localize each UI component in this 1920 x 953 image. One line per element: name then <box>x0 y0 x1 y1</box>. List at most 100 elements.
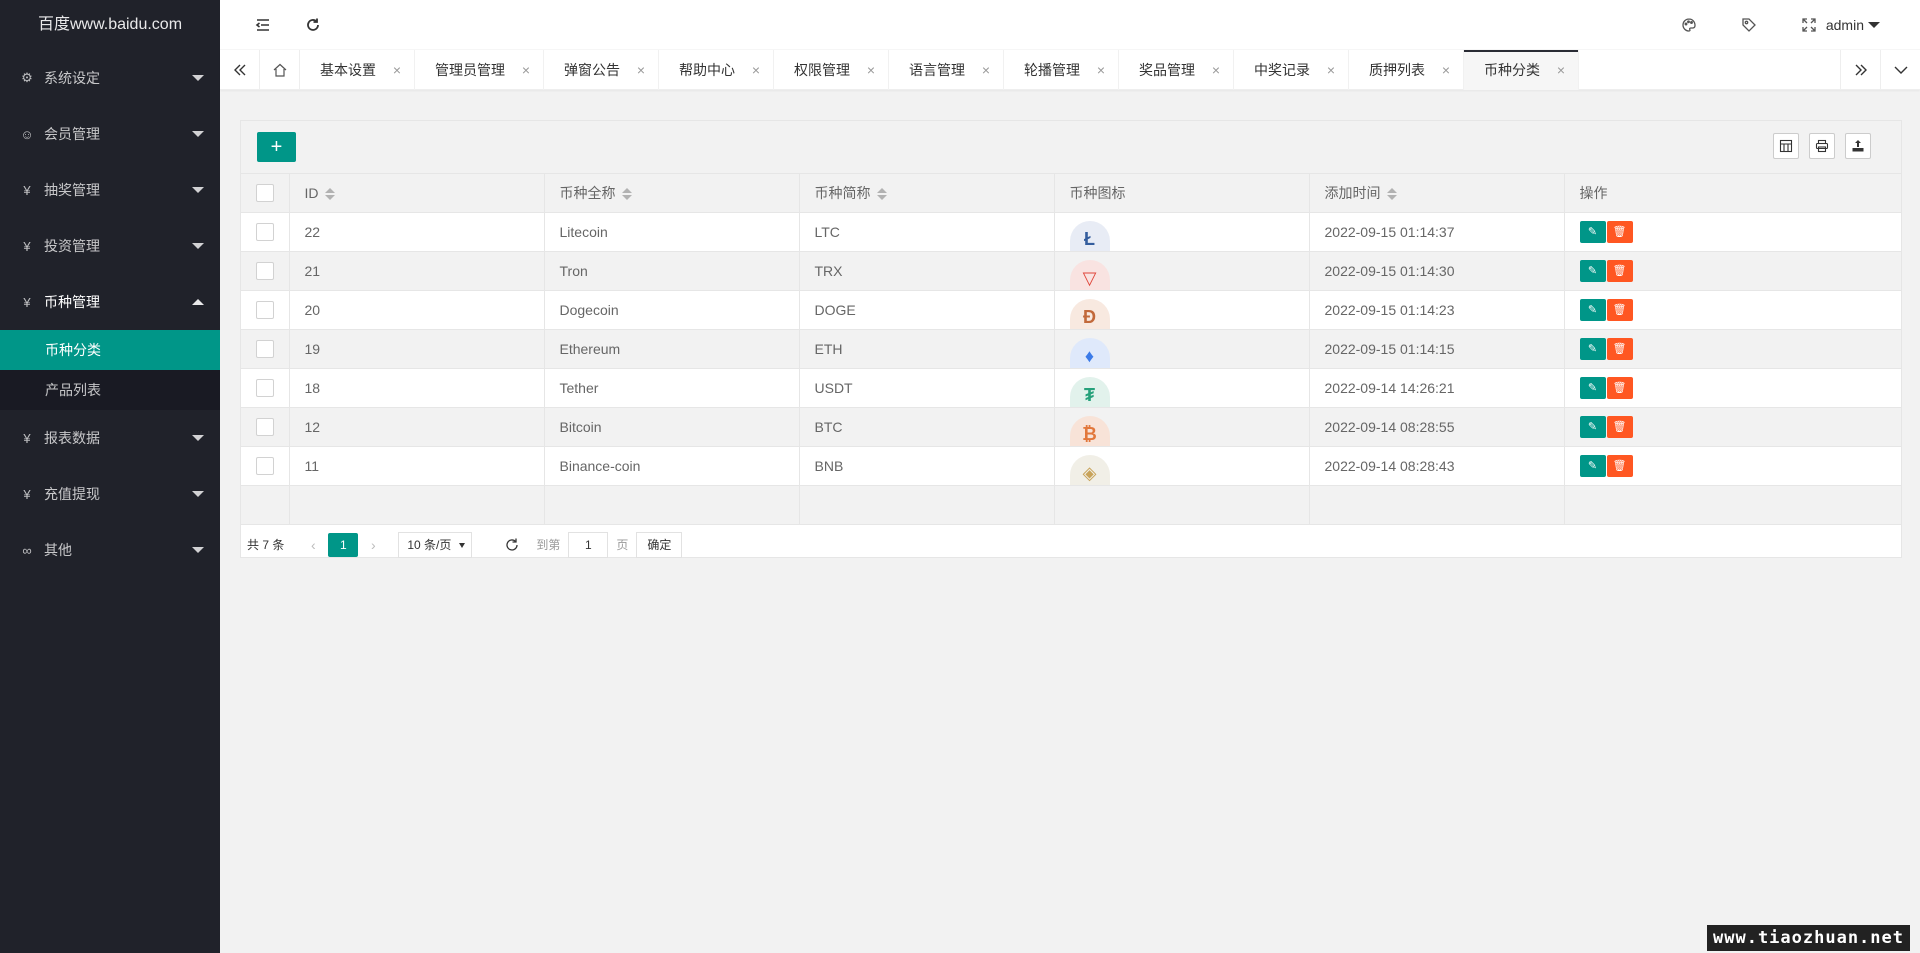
row-checkbox[interactable] <box>256 378 274 397</box>
refresh-icon[interactable] <box>288 0 338 50</box>
brand-logo[interactable]: 百度www.baidu.com <box>0 0 220 50</box>
close-icon[interactable]: × <box>749 50 763 90</box>
row-checkbox[interactable] <box>256 339 274 358</box>
close-icon[interactable]: × <box>1209 50 1223 90</box>
delete-button[interactable]: 🗑 <box>1606 415 1633 438</box>
empty-cell <box>1309 485 1565 525</box>
delete-button[interactable]: 🗑 <box>1606 376 1633 399</box>
page-size-select[interactable]: 10 条/页 <box>398 531 473 558</box>
edit-button[interactable]: ✎ <box>1579 376 1606 399</box>
delete-button[interactable]: 🗑 <box>1606 454 1633 477</box>
cell-name: Tron <box>544 251 800 291</box>
close-icon[interactable]: × <box>1439 50 1453 90</box>
delete-button[interactable]: 🗑 <box>1606 220 1633 243</box>
table-row[interactable]: 21 Tron TRX ▽ 2022-09-15 01:14:30 ✎ 🗑 <box>241 251 1901 291</box>
tab-2[interactable]: 弹窗公告 × <box>544 50 659 90</box>
cell-time: 2022-09-14 08:28:55 <box>1309 407 1565 447</box>
row-checkbox[interactable] <box>256 417 274 436</box>
prev-page-icon[interactable]: ‹ <box>298 537 328 553</box>
goto-confirm-button[interactable]: 确定 <box>636 531 683 558</box>
select-all-checkbox[interactable] <box>256 183 274 202</box>
menu-toggle-icon[interactable] <box>238 0 288 50</box>
tabs-menu-chevron-down-icon[interactable] <box>1880 50 1920 90</box>
column-header-id[interactable]: ID <box>289 174 545 213</box>
trash-icon: 🗑 <box>1612 381 1627 394</box>
home-icon[interactable] <box>260 50 300 90</box>
edit-button[interactable]: ✎ <box>1579 259 1606 282</box>
sort-icon[interactable] <box>621 188 632 201</box>
close-icon[interactable]: × <box>1324 50 1338 90</box>
sidebar-item-5[interactable]: ¥ 报表数据 <box>0 410 220 466</box>
print-icon[interactable] <box>1809 133 1835 159</box>
sidebar-item-0[interactable]: ⚙ 系统设定 <box>0 50 220 106</box>
export-icon[interactable] <box>1845 133 1871 159</box>
tabs-scroll-right-icon[interactable] <box>1840 50 1880 90</box>
close-icon[interactable]: × <box>1554 50 1568 90</box>
delete-button[interactable]: 🗑 <box>1606 259 1633 282</box>
close-icon[interactable]: × <box>1094 50 1108 90</box>
edit-button[interactable]: ✎ <box>1579 298 1606 321</box>
tab-9[interactable]: 质押列表 × <box>1349 50 1464 90</box>
close-icon[interactable]: × <box>634 50 648 90</box>
tab-1[interactable]: 管理员管理 × <box>415 50 544 90</box>
table-row[interactable]: 22 Litecoin LTC Ł 2022-09-15 01:14:37 ✎ 🗑 <box>241 212 1901 252</box>
sidebar-item-7[interactable]: ∞ 其他 <box>0 522 220 578</box>
table-row[interactable]: 12 Bitcoin BTC ₿ 2022-09-14 08:28:55 ✎ 🗑 <box>241 407 1901 447</box>
edit-button[interactable]: ✎ <box>1579 337 1606 360</box>
column-header-name[interactable]: 币种全称 <box>544 174 800 213</box>
edit-button[interactable]: ✎ <box>1579 454 1606 477</box>
theme-palette-icon[interactable] <box>1664 0 1714 50</box>
yen-icon: ¥ <box>23 430 31 446</box>
user-menu[interactable]: admin <box>1826 0 1880 50</box>
sidebar-item-2[interactable]: ¥ 抽奖管理 <box>0 162 220 218</box>
chevron-down-icon <box>192 243 204 249</box>
columns-filter-icon[interactable] <box>1773 133 1799 159</box>
column-header-time[interactable]: 添加时间 <box>1309 174 1565 213</box>
goto-page-input[interactable] <box>568 531 609 558</box>
tab-0[interactable]: 基本设置 × <box>300 50 415 90</box>
tab-5[interactable]: 语言管理 × <box>889 50 1004 90</box>
pager-refresh-icon[interactable] <box>504 537 524 553</box>
tag-icon[interactable] <box>1724 0 1774 50</box>
delete-button[interactable]: 🗑 <box>1606 298 1633 321</box>
table-row[interactable]: 19 Ethereum ETH ♦ 2022-09-15 01:14:15 ✎ 🗑 <box>241 329 1901 369</box>
tab-10[interactable]: 币种分类 × <box>1464 50 1579 90</box>
select-all-cell <box>241 174 290 213</box>
table-row[interactable]: 11 Binance-coin BNB ◈ 2022-09-14 08:28:43 ✎ 🗑 <box>241 446 1901 486</box>
chevron-down-icon <box>192 435 204 441</box>
tab-3[interactable]: 帮助中心 × <box>659 50 774 90</box>
close-icon[interactable]: × <box>390 50 404 90</box>
tab-4[interactable]: 权限管理 × <box>774 50 889 90</box>
row-checkbox[interactable] <box>256 222 274 241</box>
add-button[interactable]: + <box>257 132 296 162</box>
sidebar-item-4[interactable]: ¥ 币种管理 <box>0 274 220 330</box>
sidebar-item-6[interactable]: ¥ 充值提现 <box>0 466 220 522</box>
tab-7[interactable]: 奖品管理 × <box>1119 50 1234 90</box>
table-row[interactable]: 18 Tether USDT ₮ 2022-09-14 14:26:21 ✎ 🗑 <box>241 368 1901 408</box>
sort-icon[interactable] <box>876 188 887 201</box>
trash-icon: 🗑 <box>1612 420 1627 433</box>
close-icon[interactable]: × <box>864 50 878 90</box>
row-checkbox[interactable] <box>256 261 274 280</box>
gear-icon: ⚙ <box>21 70 33 85</box>
next-page-icon[interactable]: › <box>358 537 388 553</box>
table-row[interactable]: 20 Dogecoin DOGE Ð 2022-09-15 01:14:23 ✎ 🗑 <box>241 290 1901 330</box>
current-page[interactable]: 1 <box>328 532 359 557</box>
row-checkbox[interactable] <box>256 300 274 319</box>
close-icon[interactable]: × <box>519 50 533 90</box>
sidebar-item-3[interactable]: ¥ 投资管理 <box>0 218 220 274</box>
tabs-scroll-left-icon[interactable] <box>220 50 260 90</box>
row-checkbox[interactable] <box>256 456 274 475</box>
close-icon[interactable]: × <box>979 50 993 90</box>
sort-icon[interactable] <box>324 188 335 201</box>
sort-icon[interactable] <box>1386 188 1397 201</box>
column-header-symbol[interactable]: 币种简称 <box>799 174 1055 213</box>
sidebar-item-1[interactable]: ☺ 会员管理 <box>0 106 220 162</box>
edit-button[interactable]: ✎ <box>1579 415 1606 438</box>
tab-6[interactable]: 轮播管理 × <box>1004 50 1119 90</box>
sidebar-subitem-0[interactable]: 币种分类 <box>0 330 220 370</box>
tab-8[interactable]: 中奖记录 × <box>1234 50 1349 90</box>
edit-button[interactable]: ✎ <box>1579 220 1606 243</box>
delete-button[interactable]: 🗑 <box>1606 337 1633 360</box>
sidebar-subitem-1[interactable]: 产品列表 <box>0 370 220 410</box>
